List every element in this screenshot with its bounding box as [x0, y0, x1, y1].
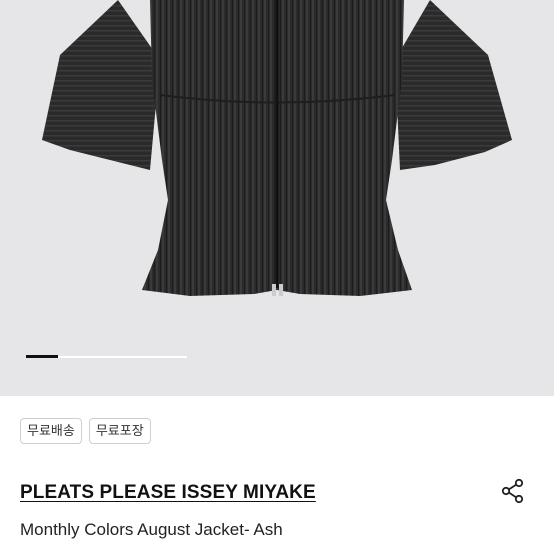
tag-free-shipping: 무료배송: [20, 418, 82, 444]
brand-link[interactable]: PLEATS PLEASE ISSEY MIYAKE: [20, 482, 316, 504]
carousel-progress-track: [26, 355, 187, 358]
product-image-carousel[interactable]: [0, 0, 554, 396]
tag-free-wrapping: 무료포장: [88, 418, 151, 444]
carousel-progress-fill: [26, 355, 59, 358]
benefit-tags: 무료배송 무료포장: [20, 418, 151, 444]
share-icon: [501, 478, 524, 504]
share-button[interactable]: [500, 478, 526, 504]
product-title: Monthly Colors August Jacket- Ash: [20, 520, 283, 539]
product-image: [42, 0, 512, 296]
